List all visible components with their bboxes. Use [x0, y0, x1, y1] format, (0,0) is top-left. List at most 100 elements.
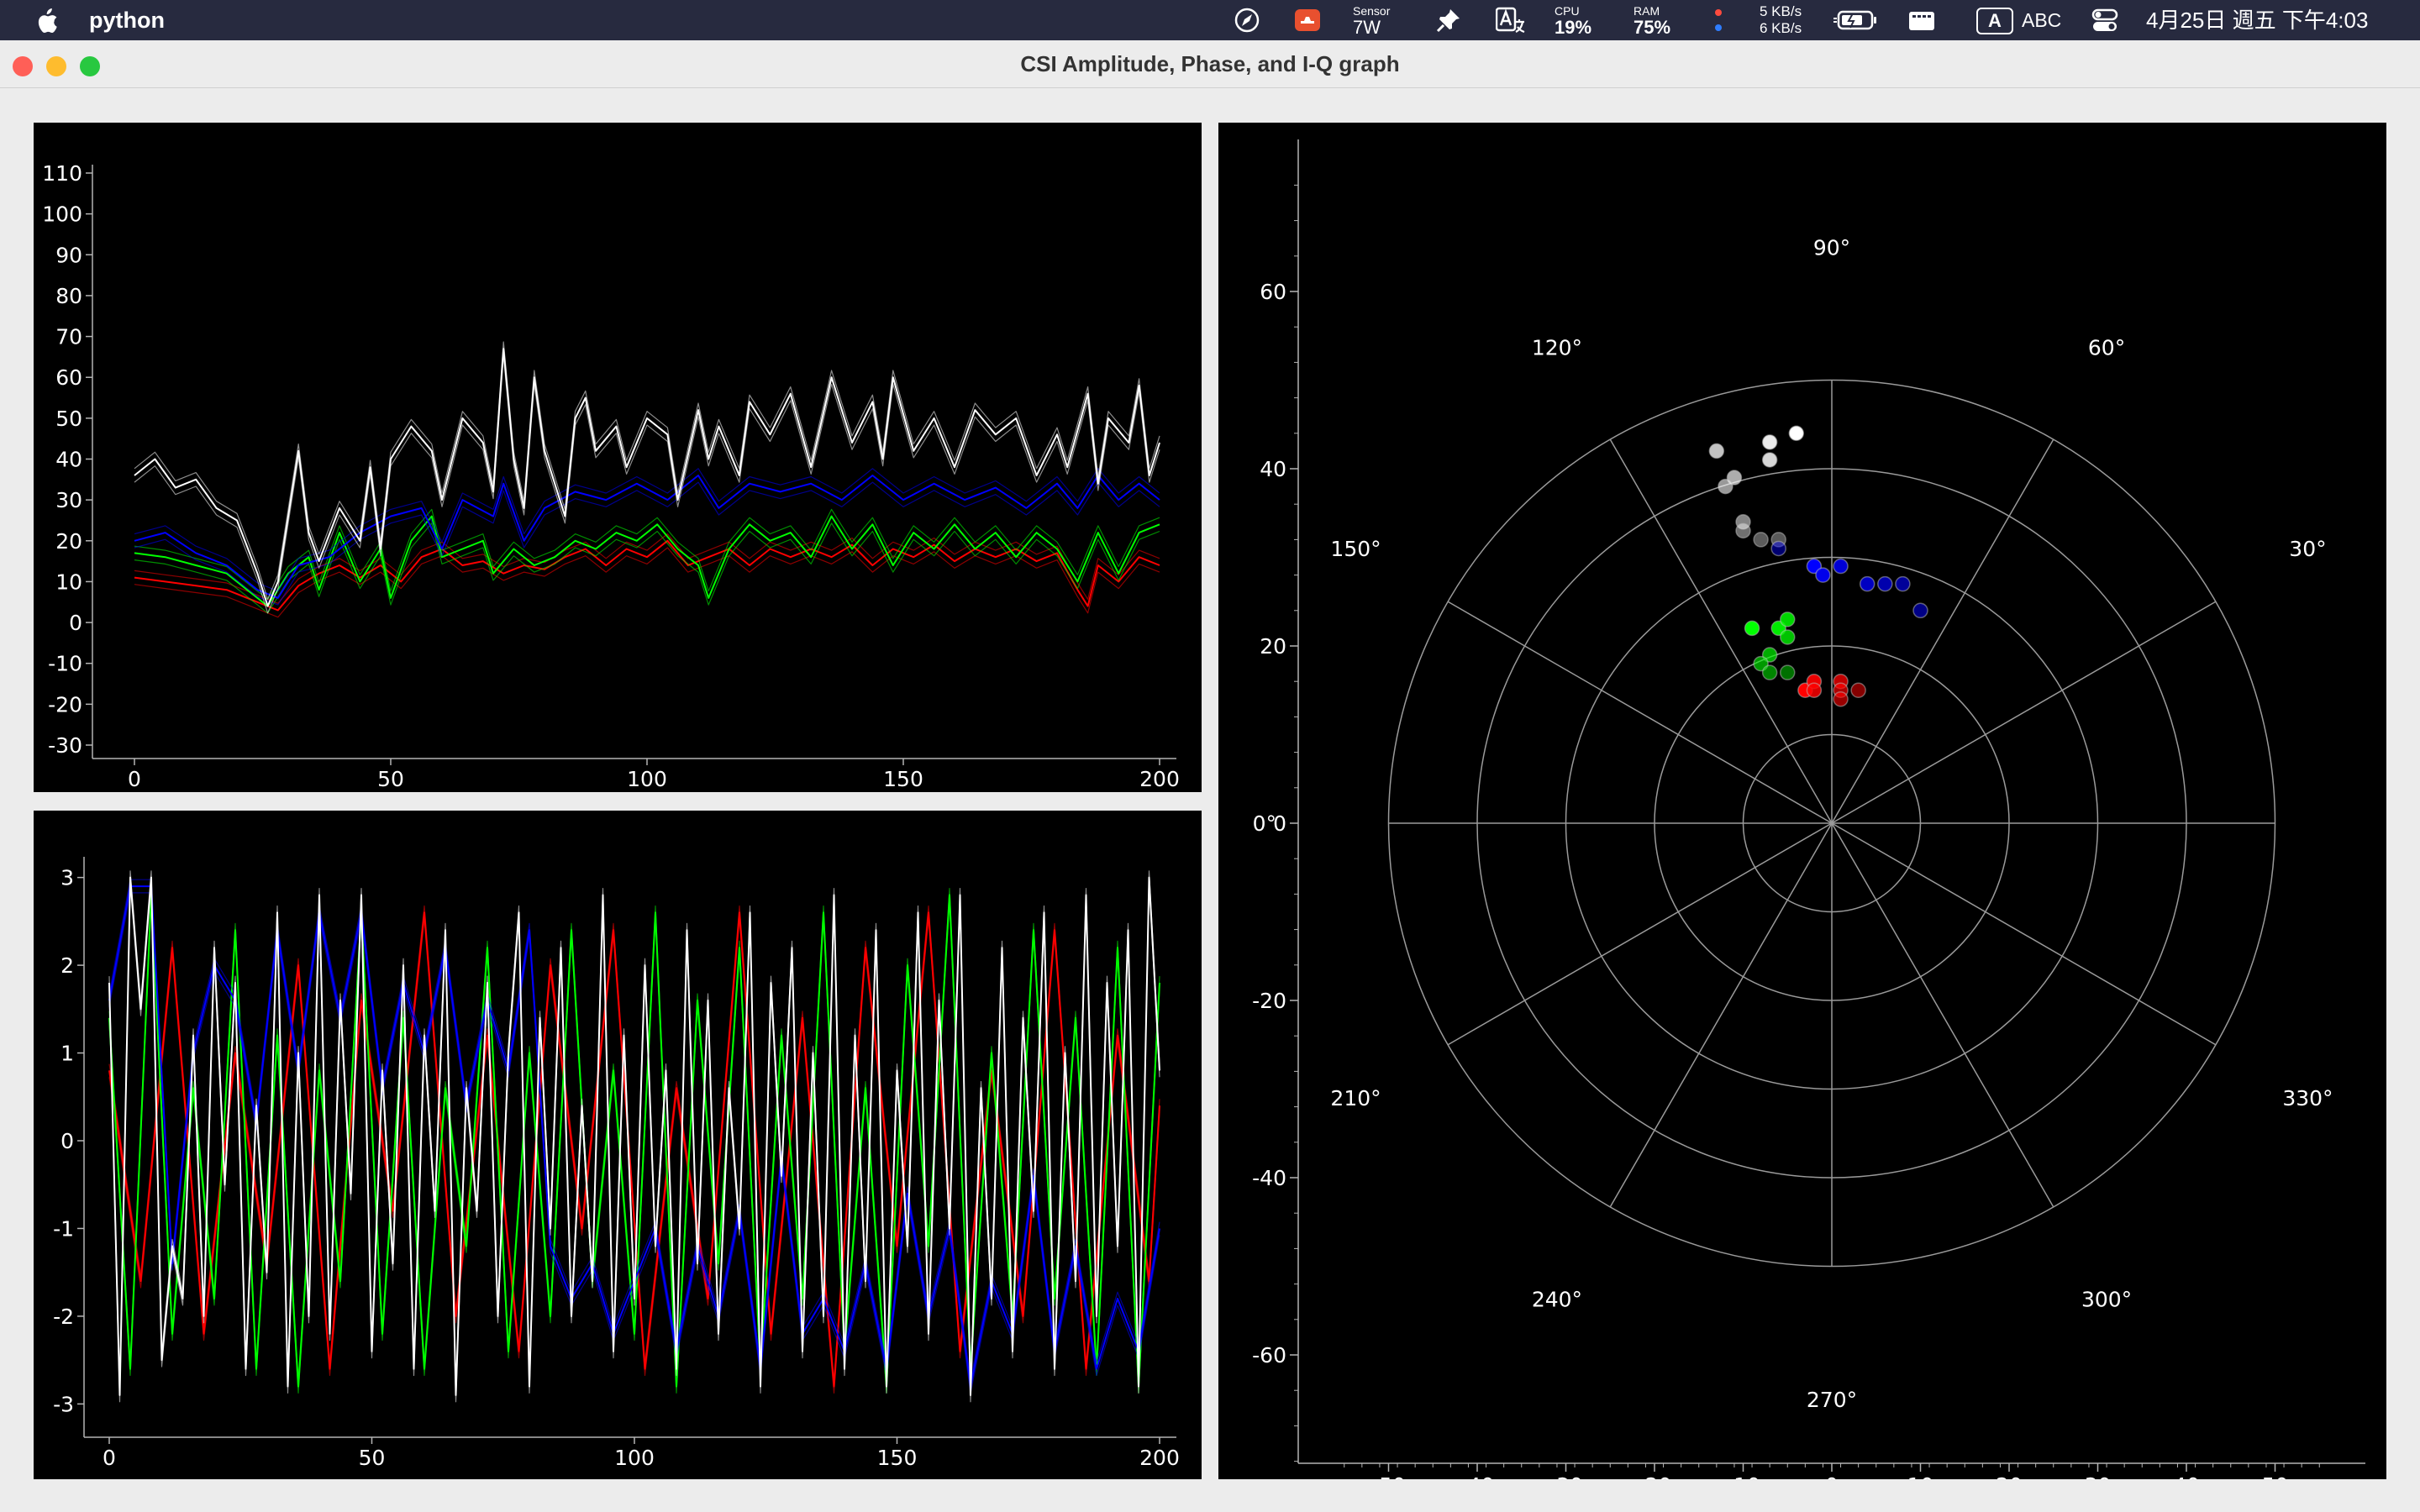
iq-y-tick-label: -40: [1252, 1166, 1286, 1190]
iq-x-tick-label: 10: [1907, 1473, 1934, 1479]
iq-x-tick-label: -30: [1549, 1473, 1583, 1479]
amplitude-plot[interactable]: 110 100 90 80 70 60 50 40 30 20 10 0 -10 -20 -30 0 50 100…: [34, 123, 1202, 792]
polar-angle-label: 60°: [2088, 336, 2125, 360]
iq-point: [1850, 682, 1866, 698]
amplitude-y-tick-label: 50: [55, 407, 82, 431]
iq-point: [1912, 602, 1928, 619]
iq-point: [1859, 575, 1876, 592]
ram-stat[interactable]: RAM 75%: [1634, 4, 1670, 38]
app-status-icon[interactable]: [1294, 7, 1321, 34]
polar-angle-label: 0°: [1253, 811, 1276, 836]
iq-x-tick-label: 20: [1996, 1473, 2023, 1479]
polar-spoke: [1447, 601, 1833, 824]
amplitude-series-line: [134, 341, 1160, 601]
iq-x-tick-label: -10: [1726, 1473, 1760, 1479]
amplitude-x-tick-label: 100: [627, 767, 667, 791]
iq-point: [1735, 522, 1751, 539]
amplitude-x-tick-label: 150: [883, 767, 923, 791]
cpu-stat[interactable]: CPU 19%: [1555, 4, 1591, 38]
phase-y-tick-label: 3: [60, 866, 74, 890]
polar-spoke: [1831, 822, 2054, 1208]
iq-point: [1761, 434, 1778, 450]
sensor-value: 7W: [1353, 17, 1381, 38]
polar-angle-label: 270°: [1807, 1388, 1857, 1412]
amplitude-y-tick-label: -20: [48, 692, 82, 717]
window-title: CSI Amplitude, Phase, and I-Q graph: [1020, 51, 1400, 76]
amplitude-chart-svg: 1101009080706050403020100-10-20-300 50 100…: [42, 161, 1180, 791]
polar-angle-label: 30°: [2289, 537, 2326, 561]
iq-x-tick-label: -20: [1638, 1473, 1672, 1479]
iq-point: [1708, 443, 1725, 459]
phase-chart-svg: 3 2 1 0 -1 -2 -3 0 50 100 150 200: [53, 857, 1180, 1470]
amplitude-y-tick-label: 60: [55, 365, 82, 390]
iq-point: [1815, 567, 1831, 583]
phase-x-tick-label: 100: [614, 1446, 655, 1470]
iq-x-tick-label: 40: [2173, 1473, 2200, 1479]
iq-point: [1761, 452, 1778, 468]
ram-value: 75%: [1634, 17, 1671, 38]
iq-plot[interactable]: -50-40-30-20-10010203040506040200-20-40-…: [1218, 123, 2386, 1479]
app-name[interactable]: python: [89, 0, 165, 40]
polar-spoke: [1609, 822, 1833, 1208]
iq-y-tick-label: 20: [1260, 634, 1286, 659]
phase-plot[interactable]: 3 2 1 0 -1 -2 -3 0 50 100 150 200: [34, 811, 1202, 1479]
amplitude-y-tick-label: 10: [55, 570, 82, 594]
keyboard-icon[interactable]: [1907, 7, 1934, 34]
battery-icon[interactable]: [1832, 7, 1879, 34]
phase-y-tick-label: 2: [60, 953, 74, 978]
net-upload: 5 KB/s: [1760, 3, 1802, 19]
sensor-stat[interactable]: Sensor 7W: [1353, 4, 1390, 38]
phase-y-tick-label: 1: [60, 1042, 74, 1066]
iq-point: [1761, 664, 1778, 680]
net-download: 6 KB/s: [1760, 20, 1802, 36]
phase-y-tick-label: -3: [53, 1392, 74, 1416]
iq-point: [1744, 620, 1760, 637]
amplitude-y-tick-label: 40: [55, 448, 82, 472]
iq-chart-svg: -50-40-30-20-10010203040506040200-20-40-…: [1252, 139, 2365, 1479]
polar-angle-label: 240°: [1532, 1287, 1582, 1311]
app-window: CSI Amplitude, Phase, and I-Q graph 1 10 1…: [0, 40, 2420, 1512]
phase-x-tick-label: 50: [359, 1446, 386, 1470]
control-center-icon[interactable]: [2091, 7, 2121, 34]
menu-clock[interactable]: 4月25日 週五 下午4:03: [2146, 0, 2368, 40]
amplitude-y-tick-label: -30: [48, 733, 82, 758]
cpu-value: 19%: [1555, 17, 1592, 38]
phase-y-tick-label: 0: [60, 1129, 74, 1153]
iq-point: [1718, 478, 1733, 495]
iq-x-tick-label: 0: [1825, 1473, 1839, 1479]
iq-point: [1780, 612, 1796, 627]
input-badge[interactable]: A: [1976, 8, 2013, 34]
pin-icon[interactable]: [1435, 7, 1462, 34]
polar-spoke: [1609, 438, 1833, 824]
polar-angle-label: 300°: [2081, 1287, 2132, 1311]
amplitude-y-tick-label: 90: [55, 243, 82, 267]
amplitude-series-line: [134, 522, 1160, 614]
compass-icon[interactable]: [1234, 7, 1260, 34]
polar-spoke: [1831, 601, 2217, 824]
iq-point: [1770, 540, 1786, 557]
iq-y-tick-label: 60: [1260, 280, 1286, 304]
menu-bar: python Sensor 7W CPU 19% RAM 75% 5 KB/s …: [0, 0, 2420, 40]
translate-icon[interactable]: [1495, 7, 1525, 34]
input-source[interactable]: ABC: [2022, 0, 2061, 40]
cpu-label: CPU: [1555, 4, 1580, 18]
network-stat[interactable]: 5 KB/s 6 KB/s: [1760, 3, 1802, 37]
polar-angle-label: 210°: [1330, 1086, 1381, 1110]
phase-x-tick-label: 0: [103, 1446, 116, 1470]
polar-spoke: [1831, 438, 2054, 824]
polar-angle-label: 120°: [1532, 336, 1582, 360]
apple-icon[interactable]: [34, 8, 60, 34]
iq-y-tick-label: 40: [1260, 457, 1286, 481]
iq-point: [1877, 575, 1893, 592]
iq-point: [1833, 558, 1849, 575]
phase-x-tick-label: 200: [1139, 1446, 1180, 1470]
title-bar[interactable]: CSI Amplitude, Phase, and I-Q graph: [0, 40, 2420, 88]
iq-point: [1753, 532, 1769, 548]
amplitude-y-tick-label: 30: [55, 488, 82, 512]
iq-point: [1833, 691, 1849, 707]
phase-y-tick-label: -1: [53, 1216, 74, 1241]
iq-point: [1780, 629, 1796, 645]
sensor-label: Sensor: [1353, 4, 1391, 18]
polar-angle-label: 330°: [2282, 1086, 2333, 1110]
phase-x-tick-label: 150: [877, 1446, 918, 1470]
